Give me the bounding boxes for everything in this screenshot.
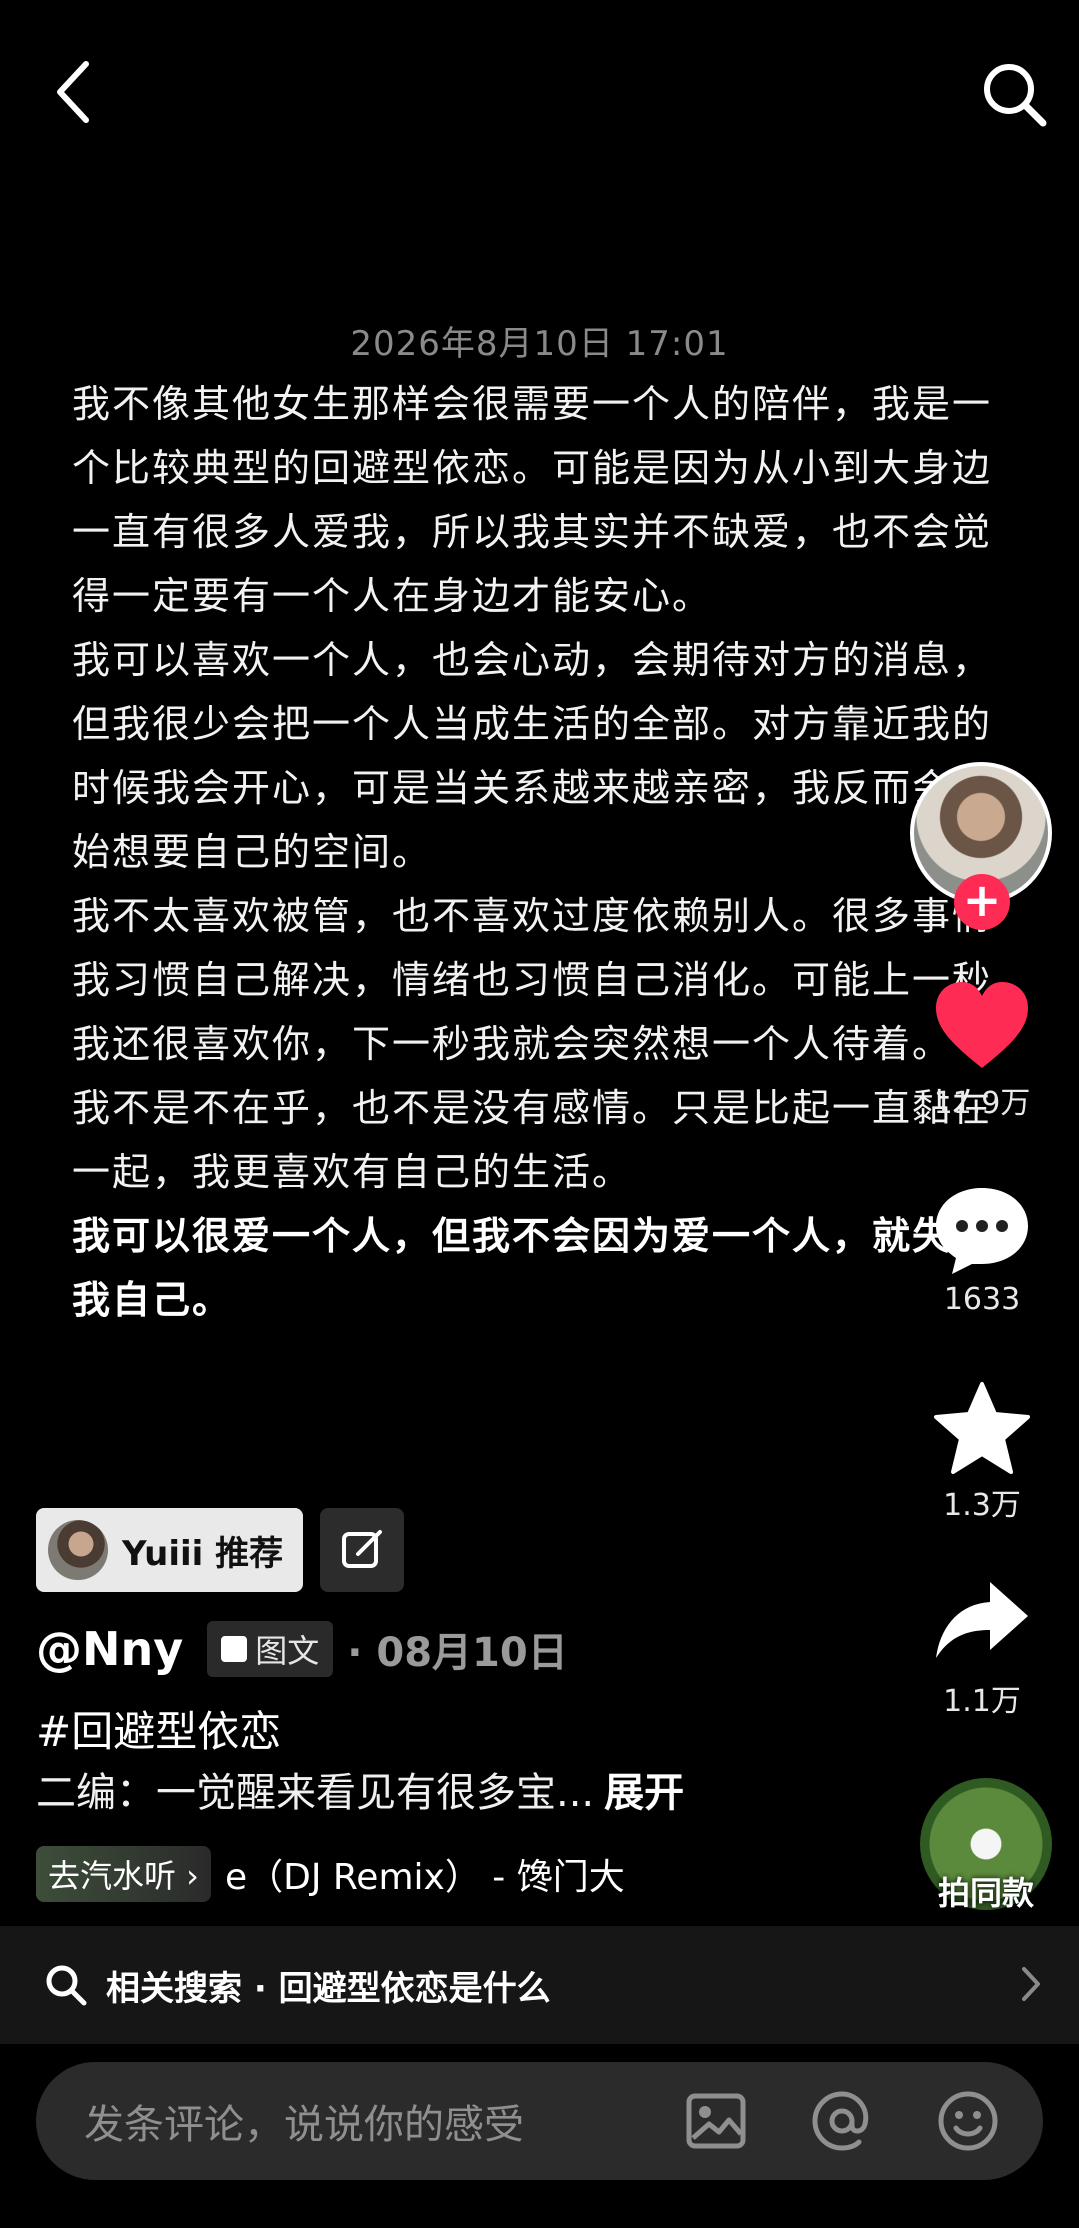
top-bar <box>0 0 1079 190</box>
author-meta-row: @Nny 图文 · 08月10日 <box>36 1618 568 1680</box>
post-paragraph: 我可以喜欢一个人，也会心动，会期待对方的消息，但我很少会把一个人当成生活的全部。… <box>72 638 993 874</box>
same-style-label[interactable]: 拍同款 <box>910 1868 1062 1914</box>
author-avatar-container: + <box>910 762 1052 930</box>
edit-button[interactable] <box>320 1508 404 1592</box>
emoji-icon[interactable] <box>933 2086 1003 2156</box>
share-count: 1.1万 <box>943 1684 1021 1719</box>
caption: 二编：一觉醒来看见有很多宝... 展开 <box>36 1760 684 1818</box>
post-type-label: 图文 <box>255 1632 320 1670</box>
post-type-tag: 图文 <box>207 1621 334 1677</box>
favorite-button[interactable]: 1.3万 <box>912 1380 1052 1524</box>
heart-icon <box>936 982 1028 1068</box>
music-row: 去汽水听 › e（DJ Remix） - 馋门大 <box>36 1846 625 1902</box>
search-icon <box>46 1965 87 2006</box>
post-paragraph: 我不像其他女生那样会很需要一个人的陪伴，我是一个比较典型的回避型依恋。可能是因为… <box>72 382 993 618</box>
mention-at-icon[interactable] <box>807 2086 877 2156</box>
edit-icon <box>342 1530 382 1568</box>
post-body: 我不像其他女生那样会很需要一个人的陪伴，我是一个比较典型的回避型依恋。可能是因为… <box>72 372 992 1332</box>
related-search-bar[interactable]: 相关搜索 · 回避型依恋是什么 <box>0 1926 1079 2044</box>
caption-text: 二编：一觉醒来看见有很多宝... <box>36 1770 595 1816</box>
author-username[interactable]: @Nny <box>36 1622 183 1676</box>
related-search-text: 相关搜索 · 回避型依恋是什么 <box>106 1968 551 2009</box>
listen-in-qishui-button[interactable]: 去汽水听 › <box>36 1846 211 1902</box>
post-timestamp: 2026年8月10日 17:01 <box>350 324 729 364</box>
post-paragraph: 我不太喜欢被管，也不喜欢过度依赖别人。很多事情我习惯自己解决，情绪也习惯自己消化… <box>72 894 993 1066</box>
post-date: · 08月10日 <box>347 1630 568 1676</box>
recommender-avatar <box>48 1520 108 1580</box>
image-picker-icon[interactable] <box>681 2086 751 2156</box>
music-title[interactable]: e（DJ Remix） - 馋门大 <box>225 1848 625 1900</box>
recommend-label: Yuiii 推荐 <box>122 1533 284 1574</box>
post-paragraph: 我不是不在乎，也不是没有感情。只是比起一直黏在一起，我更喜欢有自己的生活。 <box>72 1086 993 1194</box>
comment-button[interactable]: 1633 <box>912 1182 1052 1317</box>
favorite-count: 1.3万 <box>943 1488 1021 1523</box>
comment-input-bar[interactable]: 发条评论，说说你的感受 <box>36 2062 1043 2180</box>
chevron-right-icon <box>1022 1967 1040 2001</box>
share-button[interactable]: 1.1万 <box>912 1576 1052 1720</box>
like-count: 11.9万 <box>933 1086 1031 1121</box>
comment-count: 1633 <box>943 1282 1021 1317</box>
comment-bubble-icon <box>936 1188 1028 1274</box>
follow-button[interactable]: + <box>954 874 1010 930</box>
image-text-icon <box>221 1636 248 1662</box>
chevron-left-icon <box>57 61 89 123</box>
star-icon <box>934 1382 1030 1474</box>
share-arrow-icon <box>936 1582 1028 1658</box>
expand-button[interactable]: 展开 <box>604 1770 684 1816</box>
post-paragraph: 我可以很爱一个人，但我不会因为爱一个人，就失去我自己。 <box>72 1214 993 1322</box>
search-button[interactable] <box>975 55 1055 135</box>
search-icon <box>984 64 1047 127</box>
recommend-chip[interactable]: Yuiii 推荐 <box>36 1508 304 1592</box>
hashtag-link[interactable]: #回避型依恋 <box>36 1698 281 1759</box>
comment-input-placeholder[interactable]: 发条评论，说说你的感受 <box>84 2092 681 2150</box>
like-button[interactable]: 11.9万 <box>912 978 1052 1122</box>
back-button[interactable] <box>48 52 108 132</box>
